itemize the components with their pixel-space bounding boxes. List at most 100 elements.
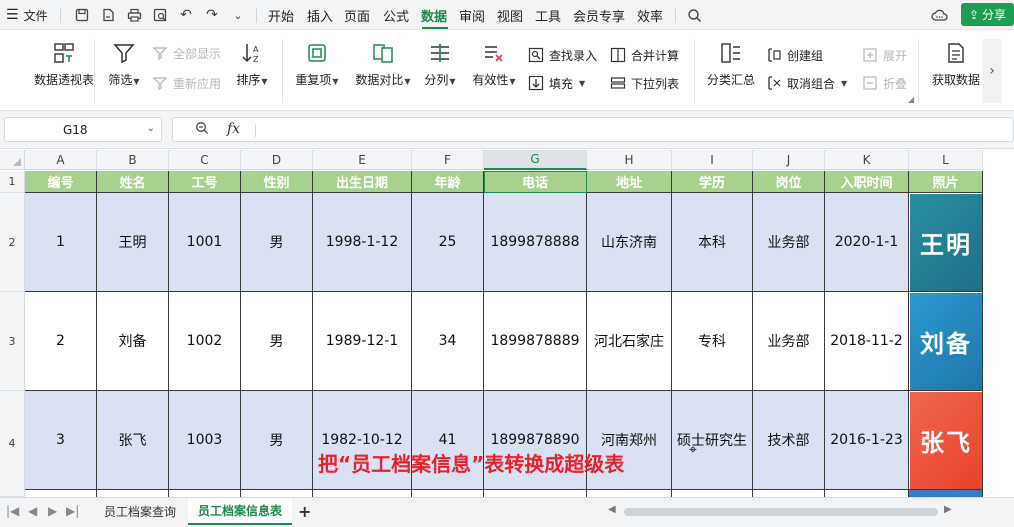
name-box[interactable]: G18 ⌄ (4, 117, 162, 142)
table-cell[interactable]: 3 (25, 391, 97, 490)
table-cell[interactable] (169, 490, 241, 497)
table-cell[interactable] (241, 490, 313, 497)
column-header-d[interactable]: D (241, 150, 313, 170)
search-icon[interactable] (684, 5, 704, 25)
print-icon[interactable] (124, 5, 144, 25)
table-cell[interactable]: 1 (25, 193, 97, 292)
table-cell[interactable]: 男 (241, 391, 313, 490)
data-validation-button[interactable]: 有效性▼ (467, 41, 521, 88)
employee-photo[interactable]: 刘备 (910, 293, 982, 390)
employee-photo[interactable]: 王明 (910, 194, 982, 291)
table-header-cell[interactable]: 性别 (241, 171, 313, 193)
show-all-button[interactable]: 全部显示 (152, 43, 221, 63)
tab-formula[interactable]: 公式 (383, 6, 409, 25)
table-cell[interactable]: 1899878889 (484, 292, 587, 391)
table-cell[interactable]: 王明 (97, 193, 169, 292)
tab-review[interactable]: 审阅 (459, 6, 485, 25)
last-sheet-icon[interactable]: ▶| (66, 504, 79, 518)
table-cell[interactable] (909, 490, 983, 497)
horizontal-scrollbar[interactable] (624, 508, 938, 516)
print-preview-icon[interactable] (150, 5, 170, 25)
tab-efficiency[interactable]: 效率 (637, 6, 663, 25)
table-cell[interactable]: 1998-1-12 (313, 193, 412, 292)
sheet-tab-employee-query[interactable]: 员工档案查询 (92, 498, 188, 525)
table-header-cell[interactable]: 出生日期 (313, 171, 412, 193)
table-header-cell[interactable]: 岗位 (753, 171, 825, 193)
filter-button[interactable]: 筛选▼ (102, 41, 146, 88)
table-cell[interactable]: 2020-1-1 (825, 193, 909, 292)
table-cell[interactable]: 2016-1-23 (825, 391, 909, 490)
table-cell[interactable]: 男 (241, 292, 313, 391)
table-cell[interactable] (825, 490, 909, 497)
table-cell[interactable]: 1001 (169, 193, 241, 292)
dropdown-list-button[interactable]: 下拉列表 (610, 73, 679, 93)
row-header-3[interactable]: 3 (0, 292, 25, 391)
table-cell[interactable]: 1003 (169, 391, 241, 490)
redo-icon[interactable]: ↷ (202, 5, 222, 25)
table-cell[interactable] (484, 490, 587, 497)
row-header-4[interactable]: 4 (0, 391, 25, 497)
tab-insert[interactable]: 插入 (307, 6, 333, 25)
tab-data[interactable]: 数据 (421, 6, 447, 25)
scroll-right-icon[interactable]: ▶ (944, 504, 952, 515)
tab-view[interactable]: 视图 (497, 6, 523, 25)
table-cell[interactable]: 河北石家庄 (587, 292, 672, 391)
table-header-cell[interactable]: 照片 (909, 171, 983, 193)
add-sheet-button[interactable]: + (298, 502, 311, 521)
column-header-g[interactable]: G (484, 150, 587, 170)
row-header-1[interactable]: 1 (0, 171, 25, 193)
subtotal-button[interactable]: 分类汇总 (700, 41, 762, 88)
table-header-cell[interactable]: 年龄 (412, 171, 484, 193)
table-cell[interactable]: 专科 (672, 292, 753, 391)
column-header-c[interactable]: C (169, 150, 241, 170)
table-cell[interactable] (672, 490, 753, 497)
function-icon[interactable]: fx (227, 121, 240, 137)
table-cell[interactable]: 技术部 (753, 391, 825, 490)
pivot-table-button[interactable]: 数据透视表 (16, 41, 112, 88)
table-cell[interactable]: 山东济南 (587, 193, 672, 292)
table-cell[interactable]: 硕士研究生 (672, 391, 753, 490)
table-header-cell[interactable]: 电话 (484, 171, 587, 193)
column-header-e[interactable]: E (313, 150, 412, 170)
column-header-j[interactable]: J (753, 150, 825, 170)
ribbon-scroll-right-button[interactable]: › (983, 39, 1001, 103)
save-icon[interactable] (72, 5, 92, 25)
table-cell[interactable]: 34 (412, 292, 484, 391)
table-header-cell[interactable]: 编号 (25, 171, 97, 193)
ungroup-button[interactable]: 取消组合 ▼ (766, 73, 847, 93)
share-button[interactable]: ⇪ 分享 (961, 3, 1014, 26)
table-cell[interactable]: 1002 (169, 292, 241, 391)
formula-input[interactable]: fx (172, 117, 1014, 142)
column-header-f[interactable]: F (412, 150, 484, 170)
group-dialog-launcher-icon[interactable]: ◢ (908, 95, 914, 104)
table-cell[interactable]: 2018-11-2 (825, 292, 909, 391)
table-header-cell[interactable]: 姓名 (97, 171, 169, 193)
scroll-left-icon[interactable]: ◀ (608, 504, 616, 515)
tab-tools[interactable]: 工具 (535, 6, 561, 25)
undo-icon[interactable]: ↶ (176, 5, 196, 25)
column-header-a[interactable]: A (25, 150, 97, 170)
employee-photo[interactable]: 张飞 (910, 392, 982, 489)
get-data-button[interactable]: 获取数据 (928, 41, 984, 88)
fill-button[interactable]: 填充 ▼ (528, 73, 585, 93)
create-group-button[interactable]: 创建组 (766, 45, 823, 65)
data-compare-button[interactable]: 数据对比▼ (351, 41, 415, 88)
cloud-icon[interactable] (929, 5, 949, 25)
next-sheet-icon[interactable]: ▶ (48, 504, 57, 518)
table-cell[interactable] (25, 490, 97, 497)
file-menu[interactable]: ☰ 文件 (6, 5, 48, 25)
chevron-down-icon[interactable]: ⌄ (228, 5, 248, 25)
table-cell[interactable]: 刘备 (97, 292, 169, 391)
duplicates-button[interactable]: 重复项▼ (292, 41, 342, 88)
table-cell[interactable] (587, 490, 672, 497)
expand-button[interactable]: 展开 (862, 45, 907, 65)
tab-page[interactable]: 页面 (344, 6, 370, 25)
column-header-k[interactable]: K (825, 150, 909, 170)
table-cell[interactable] (313, 490, 412, 497)
table-cell[interactable]: 本科 (672, 193, 753, 292)
sort-button[interactable]: AZ 排序▼ (232, 41, 272, 88)
table-header-cell[interactable]: 地址 (587, 171, 672, 193)
table-cell[interactable]: 1989-12-1 (313, 292, 412, 391)
table-cell[interactable]: 业务部 (753, 193, 825, 292)
table-cell[interactable]: 张飞 (97, 391, 169, 490)
